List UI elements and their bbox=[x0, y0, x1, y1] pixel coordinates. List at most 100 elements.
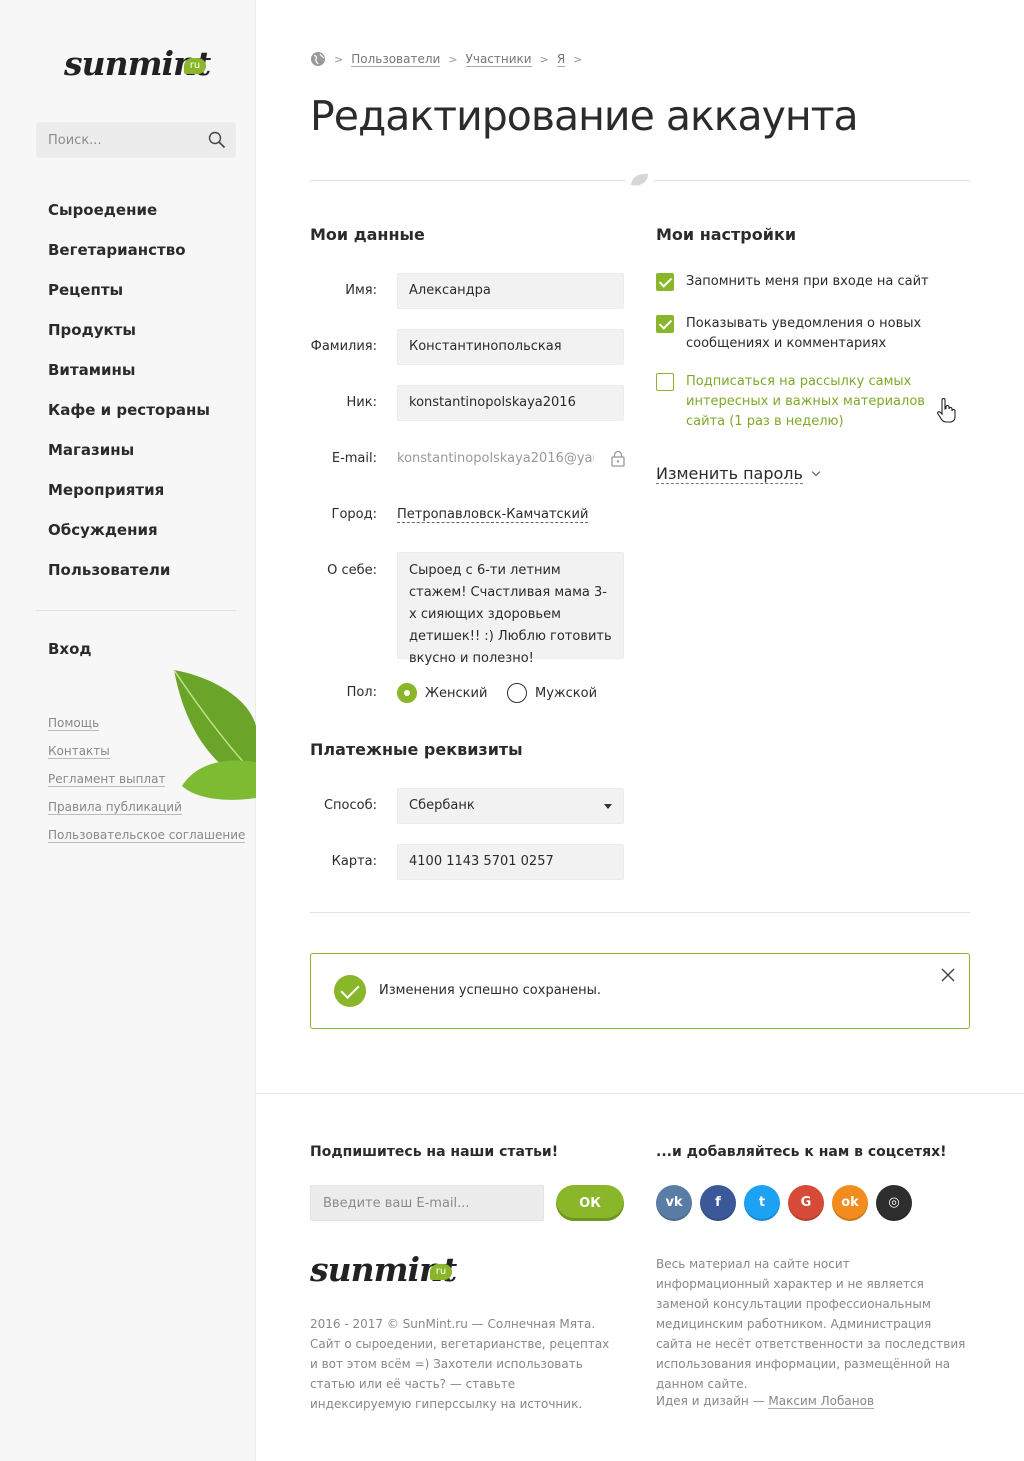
alert-message: Изменения успешно сохранены. bbox=[379, 983, 602, 998]
chevron-right-icon: > bbox=[573, 52, 583, 66]
checkbox-unchecked-icon bbox=[656, 373, 674, 391]
surname-input[interactable]: Константинопольская bbox=[397, 329, 624, 365]
newsletter-label: Подписаться на рассылку самых интересных… bbox=[686, 374, 925, 429]
subscribe-title: Подпишитесь на наши статьи! bbox=[310, 1144, 559, 1160]
city-label: Город: bbox=[331, 507, 377, 522]
chevron-right-icon: > bbox=[448, 52, 458, 66]
surname-label: Фамилия: bbox=[310, 339, 377, 354]
newsletter-checkbox[interactable]: Подписаться на рассылку самых интересных… bbox=[656, 372, 956, 432]
instagram-icon[interactable]: ◎ bbox=[876, 1185, 912, 1221]
payment-method-label: Способ: bbox=[323, 798, 377, 813]
close-icon[interactable] bbox=[939, 966, 957, 984]
about-label: О себе: bbox=[327, 563, 377, 578]
remember-me-label: Запомнить меня при входе на сайт bbox=[686, 274, 929, 289]
subscribe-email-input[interactable] bbox=[310, 1185, 544, 1221]
nav-item-users[interactable]: Пользователи bbox=[48, 556, 210, 596]
footer-logo[interactable]: sunmint ru bbox=[310, 1244, 460, 1300]
link-help[interactable]: Помощь bbox=[48, 716, 245, 744]
radio-selected-icon bbox=[397, 683, 417, 703]
about-textarea[interactable]: Сыроед с 6-ти летним стажем! Счастливая … bbox=[397, 552, 624, 666]
email-label: E-mail: bbox=[331, 451, 377, 466]
gender-female-label: Женский bbox=[425, 685, 488, 701]
gender-male-radio[interactable]: Мужской bbox=[507, 683, 597, 703]
gender-female-radio[interactable]: Женский bbox=[397, 683, 487, 703]
success-alert: Изменения успешно сохранены. bbox=[310, 953, 970, 1029]
site-logo[interactable]: sunmint ru bbox=[64, 38, 214, 94]
checkbox-checked-icon bbox=[656, 273, 674, 291]
payment-title: Платежные реквизиты bbox=[310, 740, 523, 759]
payment-method-select[interactable]: Сбербанк bbox=[397, 788, 624, 824]
social-title: ...и добавляйтесь к нам в соцсетях! bbox=[656, 1144, 947, 1160]
globe-icon[interactable] bbox=[310, 51, 326, 67]
nav-item-raw-food[interactable]: Сыроедение bbox=[48, 196, 210, 236]
gender-male-label: Мужской bbox=[535, 685, 598, 701]
form-divider bbox=[310, 912, 970, 913]
gender-label: Пол: bbox=[346, 685, 377, 700]
link-payout-rules-label: Регламент выплат bbox=[48, 772, 166, 787]
subscribe-ok-button[interactable]: ОК bbox=[556, 1185, 624, 1221]
search-icon[interactable] bbox=[208, 131, 226, 149]
notifications-label: Показывать уведомления о новых сообщения… bbox=[686, 316, 922, 351]
change-password-label: Изменить пароль bbox=[656, 464, 803, 484]
nav-item-recipes[interactable]: Рецепты bbox=[48, 276, 210, 316]
nav-item-vegetarianism[interactable]: Вегетарианство bbox=[48, 236, 210, 276]
sidebar: sunmint ru Сыроедение Вегетарианство Рец… bbox=[0, 0, 256, 1461]
credit-author-link[interactable]: Максим Лобанов bbox=[768, 1394, 875, 1409]
nav-item-shops[interactable]: Магазины bbox=[48, 436, 210, 476]
checkbox-checked-icon bbox=[656, 315, 674, 333]
link-publication-rules-label: Правила публикаций bbox=[48, 800, 182, 815]
copyright-line: 2016 - 2017 © SunMint.ru — Солнечная Мят… bbox=[310, 1317, 596, 1331]
sidebar-divider bbox=[36, 610, 236, 611]
link-contacts[interactable]: Контакты bbox=[48, 744, 245, 772]
disclaimer: Весь материал на сайте носит информацион… bbox=[656, 1257, 966, 1391]
link-user-agreement[interactable]: Пользовательское соглашение bbox=[48, 828, 246, 856]
twitter-icon[interactable]: t bbox=[744, 1185, 780, 1221]
odnoklassniki-icon[interactable]: ok bbox=[832, 1185, 868, 1221]
page-title: Редактирование аккаунта bbox=[310, 92, 859, 140]
breadcrumb: > Пользователи > Участники > Я > bbox=[310, 51, 590, 67]
name-label: Имя: bbox=[345, 283, 377, 298]
nav-item-vitamins[interactable]: Витамины bbox=[48, 356, 210, 396]
link-user-agreement-label: Пользовательское соглашение bbox=[48, 828, 246, 843]
nick-input[interactable]: konstantinopolskaya2016 bbox=[397, 385, 624, 421]
breadcrumb-me[interactable]: Я bbox=[556, 52, 566, 67]
my-data-title: Мои данные bbox=[310, 225, 425, 244]
radio-unselected-icon bbox=[507, 683, 527, 703]
social-links: vk f t G ok ◎ bbox=[656, 1185, 920, 1221]
card-label: Карта: bbox=[331, 854, 377, 869]
copyright-text: Сайт о сыроедении, вегетарианстве, рецеп… bbox=[310, 1337, 610, 1411]
payment-method-value: Сбербанк bbox=[409, 798, 475, 813]
facebook-icon[interactable]: f bbox=[700, 1185, 736, 1221]
settings-title: Мои настройки bbox=[656, 225, 797, 244]
search-input[interactable] bbox=[36, 122, 196, 158]
breadcrumb-users[interactable]: Пользователи bbox=[351, 52, 441, 67]
vk-icon[interactable]: vk bbox=[656, 1185, 692, 1221]
title-divider bbox=[310, 171, 970, 189]
breadcrumb-participants[interactable]: Участники bbox=[465, 52, 532, 67]
nav-item-products[interactable]: Продукты bbox=[48, 316, 210, 356]
nick-label: Ник: bbox=[346, 395, 377, 410]
remember-me-checkbox[interactable]: Запомнить меня при входе на сайт bbox=[656, 272, 956, 292]
nav-item-events[interactable]: Мероприятия bbox=[48, 476, 210, 516]
city-selector[interactable]: Петропавловск-Камчатский bbox=[397, 507, 589, 523]
leaf-icon bbox=[626, 171, 654, 189]
change-password-toggle[interactable]: Изменить пароль bbox=[656, 464, 821, 484]
lock-icon bbox=[611, 450, 625, 467]
google-icon[interactable]: G bbox=[788, 1185, 824, 1221]
sidebar-footer-links: Помощь Контакты Регламент выплат Правила… bbox=[48, 716, 246, 856]
nav-item-discussions[interactable]: Обсуждения bbox=[48, 516, 210, 556]
link-contacts-label: Контакты bbox=[48, 744, 110, 759]
check-circle-icon bbox=[334, 975, 366, 1007]
notifications-checkbox[interactable]: Показывать уведомления о новых сообщения… bbox=[656, 314, 956, 354]
site-footer: Подпишитесь на наши статьи! ОК sunmint r… bbox=[256, 1093, 1024, 1461]
credit-prefix: Идея и дизайн — bbox=[656, 1394, 765, 1408]
nav-item-cafes[interactable]: Кафе и рестораны bbox=[48, 396, 210, 436]
caret-down-icon bbox=[604, 804, 612, 809]
name-input[interactable]: Александра bbox=[397, 273, 624, 309]
design-credit: Идея и дизайн — Максим Лобанов bbox=[656, 1394, 875, 1409]
login-link[interactable]: Вход bbox=[48, 640, 92, 658]
link-payout-rules[interactable]: Регламент выплат bbox=[48, 772, 245, 800]
link-publication-rules[interactable]: Правила публикаций bbox=[48, 800, 245, 828]
hand-cursor-icon bbox=[937, 398, 956, 423]
card-input[interactable]: 4100 1143 5701 0257 bbox=[397, 844, 624, 880]
